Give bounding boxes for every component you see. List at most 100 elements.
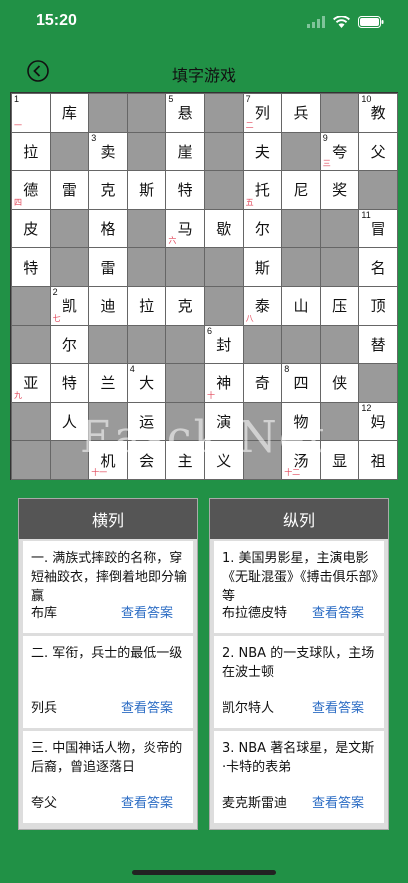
grid-cell[interactable]: 斯 <box>126 170 167 210</box>
grid-cell[interactable]: 夫 <box>242 131 283 172</box>
grid-cell[interactable]: 雷 <box>88 247 128 287</box>
grid-cell-blocked <box>358 170 398 210</box>
cell-character: 顶 <box>370 297 386 316</box>
grid-cell[interactable]: 压 <box>319 286 360 326</box>
grid-cell[interactable]: 克 <box>165 286 205 326</box>
grid-cell[interactable]: 11 冒 <box>358 208 398 249</box>
grid-cell[interactable]: 6封 <box>204 324 244 365</box>
cell-character: 特 <box>23 258 39 277</box>
grid-cell[interactable]: 7列二 <box>242 93 283 133</box>
grid-cell[interactable]: 顶 <box>358 286 398 326</box>
cell-character: 封 <box>216 335 232 354</box>
grid-cell[interactable]: 4大 <box>126 363 167 403</box>
grid-cell[interactable]: 汤十二 <box>281 440 321 480</box>
down-clues-panel: 纵列 1. 美国男影星，主演电影《无耻混蛋》《搏击俱乐部》等 布拉德皮特 查看答… <box>209 498 389 830</box>
grid-cell[interactable]: 泰八 <box>242 286 283 326</box>
grid-cell[interactable]: 12 妈 <box>358 401 398 442</box>
cell-character: 名 <box>370 258 386 277</box>
grid-cell[interactable]: 8四 <box>281 363 321 403</box>
clue-answer: 夸父 <box>31 796 58 811</box>
grid-cell[interactable]: 尔 <box>49 324 90 365</box>
grid-cell[interactable]: 侠 <box>319 363 360 403</box>
page-title: 填字游戏 <box>171 66 236 85</box>
grid-cell-blocked <box>165 363 205 403</box>
grid-cell[interactable]: 显 <box>319 440 360 480</box>
grid-cell[interactable]: 10 教 <box>358 93 398 133</box>
grid-cell[interactable]: 义 <box>204 440 244 480</box>
grid-cell[interactable]: 库 <box>49 93 90 133</box>
view-answer-link[interactable]: 查看答案 <box>121 602 173 621</box>
grid-cell[interactable]: 特 <box>49 363 90 403</box>
cell-character: 拉 <box>139 297 155 316</box>
grid-cell[interactable]: 9夸三 <box>319 131 360 172</box>
battery-icon <box>358 13 384 32</box>
grid-cell[interactable]: 祖 <box>358 440 398 480</box>
grid-cell[interactable]: 尔 <box>242 208 283 249</box>
cell-character: 拉 <box>23 142 39 161</box>
signal-icon <box>307 13 325 32</box>
grid-cell[interactable]: 运 <box>126 401 167 442</box>
grid-cell[interactable]: 2凯七 <box>49 286 90 326</box>
view-answer-link[interactable]: 查看答案 <box>312 602 364 621</box>
grid-cell[interactable]: 特 <box>165 170 205 210</box>
grid-cell[interactable]: 机十一 <box>88 440 128 480</box>
grid-cell[interactable]: 物 <box>281 401 321 442</box>
grid-cell[interactable]: 人 <box>49 401 90 442</box>
cell-across-marker: 一 <box>14 120 22 130</box>
grid-cell[interactable]: 兵 <box>281 93 321 133</box>
grid-cell[interactable]: 斯 <box>242 247 283 287</box>
grid-cell[interactable]: 替 <box>358 324 398 365</box>
grid-cell[interactable]: 德四 <box>11 170 51 210</box>
cell-character: 皮 <box>23 220 39 239</box>
cell-character: 人 <box>61 413 77 432</box>
grid-cell-blocked <box>281 208 321 249</box>
grid-cell[interactable]: 尼 <box>281 170 321 210</box>
grid-cell[interactable]: 托五 <box>242 170 283 210</box>
view-answer-link[interactable]: 查看答案 <box>312 792 364 811</box>
cell-character: 义 <box>216 451 232 470</box>
grid-cell[interactable]: 迪 <box>88 286 128 326</box>
grid-cell-blocked <box>88 324 128 365</box>
grid-cell[interactable]: 崖 <box>165 131 205 172</box>
grid-cell[interactable]: 亚九 <box>11 363 51 403</box>
cell-character: 尔 <box>254 220 270 239</box>
grid-cell[interactable]: 皮 <box>11 208 51 249</box>
grid-cell[interactable]: 演 <box>204 401 244 442</box>
cell-character: 运 <box>139 413 155 432</box>
cell-across-marker: 六 <box>168 236 177 246</box>
across-clue-card: 一. 满族式摔跤的名称，穿短袖跤衣，摔倒着地即分输赢 布库 查看答案 <box>23 541 193 633</box>
grid-cell[interactable]: 父 <box>358 131 398 172</box>
grid-cell[interactable]: 会 <box>126 440 167 480</box>
grid-cell[interactable]: 名 <box>358 247 398 287</box>
grid-cell[interactable]: 山 <box>281 286 321 326</box>
grid-cell[interactable]: 拉 <box>11 131 51 172</box>
grid-cell[interactable]: 1一 <box>11 93 51 133</box>
grid-cell[interactable]: 格 <box>88 208 128 249</box>
grid-cell[interactable]: 神十 <box>204 363 244 403</box>
grid-cell[interactable]: 奖 <box>319 170 360 210</box>
view-answer-link[interactable]: 查看答案 <box>312 697 364 716</box>
cell-character: 格 <box>100 220 116 239</box>
cell-character: 奇 <box>254 374 270 393</box>
grid-cell[interactable]: 奇 <box>242 363 283 403</box>
down-header: 纵列 <box>210 499 388 539</box>
grid-cell-blocked <box>319 324 360 365</box>
grid-cell[interactable]: 特 <box>11 247 51 287</box>
grid-cell[interactable]: 兰 <box>88 363 128 403</box>
view-answer-link[interactable]: 查看答案 <box>121 792 173 811</box>
view-answer-link[interactable]: 查看答案 <box>121 697 173 716</box>
grid-cell-blocked <box>204 170 244 210</box>
grid-cell-blocked <box>204 286 244 326</box>
grid-cell[interactable]: 3卖 <box>88 131 128 172</box>
grid-cell[interactable]: 5悬 <box>165 93 205 133</box>
grid-cell[interactable]: 拉 <box>126 286 167 326</box>
cell-character: 卖 <box>100 142 116 161</box>
clue-text: 二. 军衔，兵士的最低一级 <box>31 646 183 661</box>
grid-cell[interactable]: 主 <box>165 440 205 480</box>
grid-cell[interactable]: 克 <box>88 170 128 210</box>
grid-cell[interactable]: 马六 <box>165 208 205 249</box>
status-time: 15:20 <box>36 12 77 29</box>
grid-cell-blocked <box>281 247 321 287</box>
grid-cell[interactable]: 雷 <box>49 170 90 210</box>
grid-cell[interactable]: 歇 <box>204 208 244 249</box>
